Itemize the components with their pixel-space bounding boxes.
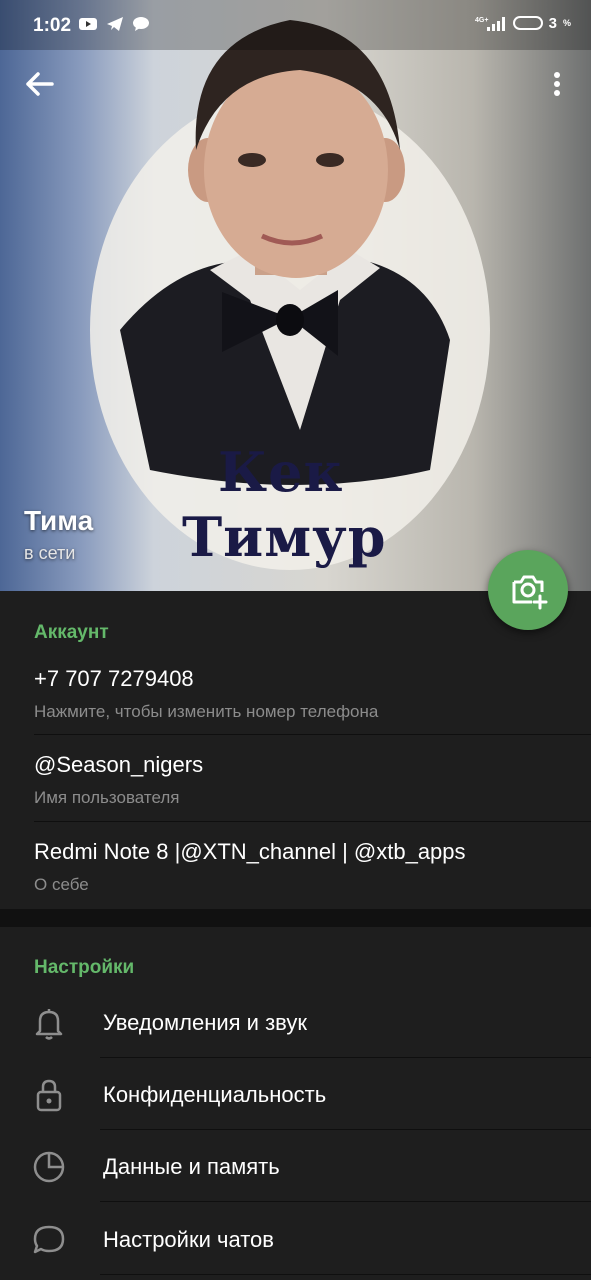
settings-item-privacy[interactable]: Конфиденциальность: [0, 1058, 591, 1130]
back-button[interactable]: [20, 64, 60, 104]
settings-section: Настройки Уведомления и звук Конфиденциа…: [0, 927, 591, 1280]
arrow-left-icon: [26, 72, 54, 96]
phone-number-hint: Нажмите, чтобы изменить номер телефона: [34, 702, 379, 721]
username-hint: Имя пользователя: [34, 788, 180, 807]
account-section-title: Аккаунт: [34, 622, 109, 643]
signal-icon: 4G+: [475, 17, 505, 31]
divider: [100, 1201, 591, 1202]
telegram-icon: [107, 17, 123, 31]
status-right: 4G+ 3 %: [475, 14, 571, 32]
divider: [100, 1274, 591, 1275]
phone-number-item[interactable]: +7 707 7279408 Нажмите, чтобы изменить н…: [0, 649, 591, 735]
profile-status: в сети: [24, 543, 76, 563]
settings-item-label: Уведомления и звук: [103, 1010, 307, 1035]
profile-header-photo[interactable]: Кек Тимур 1:02 4G+ 3 % Тима в сети: [0, 0, 591, 591]
profile-name: Тима: [24, 505, 94, 536]
account-section: Аккаунт +7 707 7279408 Нажмите, чтобы из…: [0, 591, 591, 909]
percent-sign: %: [562, 18, 571, 28]
youtube-icon: [79, 18, 97, 30]
more-vertical-icon: [554, 72, 560, 96]
username: @Season_nigers: [34, 752, 204, 777]
svg-text:4G+: 4G+: [475, 17, 488, 24]
settings-item-data-storage[interactable]: Данные и память: [0, 1130, 591, 1202]
username-item[interactable]: @Season_nigers Имя пользователя: [0, 736, 591, 822]
settings-item-label: Настройки чатов: [103, 1227, 274, 1252]
photo-caption-line2: Тимур: [182, 505, 387, 569]
bio: Redmi Note 8 |@XTN_channel | @xtb_apps: [34, 839, 466, 864]
settings-item-chat-settings[interactable]: Настройки чатов: [0, 1203, 591, 1275]
battery-icon: [512, 16, 543, 30]
chat-bubble-icon: [33, 1225, 65, 1254]
bell-icon: [35, 1009, 63, 1040]
status-bar: 1:02 4G+ 3 %: [0, 0, 591, 50]
settings-item-label: Конфиденциальность: [103, 1082, 327, 1107]
bio-hint: О себе: [34, 875, 89, 894]
more-options-button[interactable]: [540, 64, 574, 104]
divider: [34, 734, 591, 735]
settings-item-label: Данные и память: [103, 1154, 280, 1179]
section-divider: [0, 909, 591, 927]
pie-chart-icon: [33, 1151, 65, 1183]
set-photo-button[interactable]: [488, 550, 568, 630]
lock-icon: [36, 1079, 62, 1112]
message-icon: [133, 17, 149, 31]
settings-section-title: Настройки: [34, 957, 135, 978]
settings-item-notifications[interactable]: Уведомления и звук: [0, 986, 591, 1058]
divider: [34, 821, 591, 822]
status-time: 1:02: [33, 15, 72, 36]
phone-number: +7 707 7279408: [34, 666, 194, 691]
camera-add-icon: [512, 575, 548, 610]
photo-caption-line1: Кек: [218, 440, 344, 504]
notification-icons: [78, 16, 150, 32]
battery-percent: 3: [548, 14, 557, 32]
bio-item[interactable]: Redmi Note 8 |@XTN_channel | @xtb_apps О…: [0, 823, 591, 909]
